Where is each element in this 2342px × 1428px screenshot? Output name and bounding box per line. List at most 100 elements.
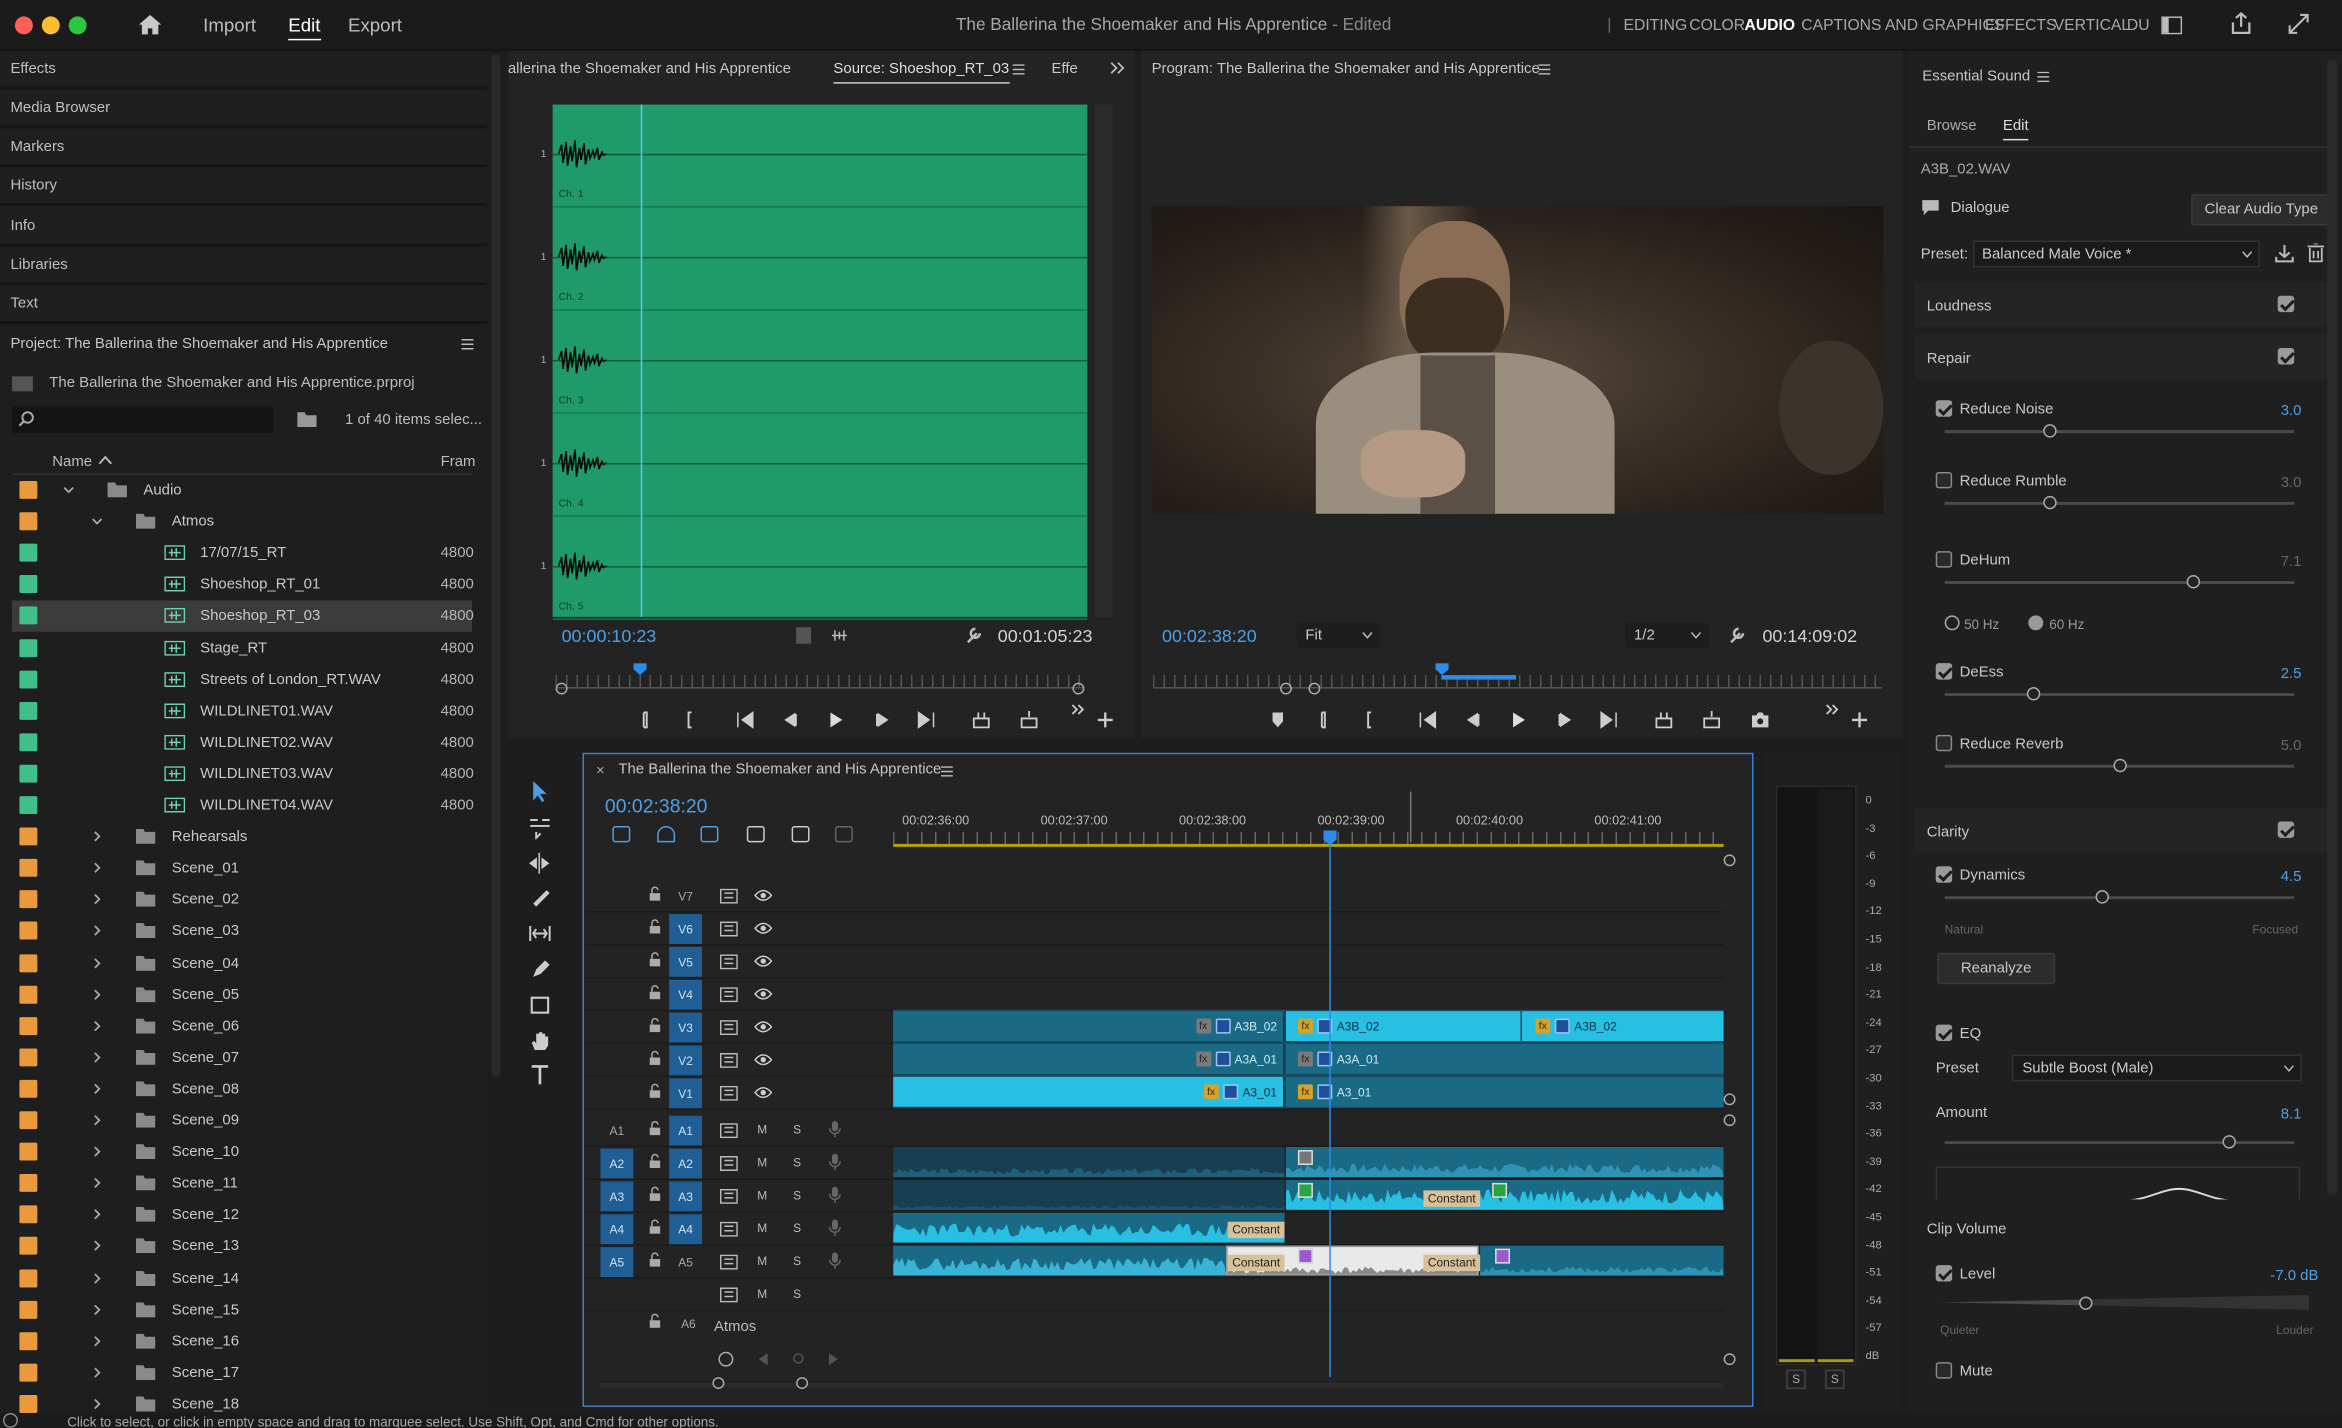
label-color-swatch[interactable] bbox=[19, 1016, 38, 1035]
label-color-swatch[interactable] bbox=[19, 701, 38, 720]
panel-tab-media-browser[interactable]: Media Browser bbox=[0, 89, 487, 129]
drag-video-only-icon[interactable] bbox=[796, 627, 812, 644]
source-overwrite-icon[interactable] bbox=[1020, 710, 1039, 729]
solo-track-button[interactable]: S bbox=[793, 1189, 801, 1202]
label-color-swatch[interactable] bbox=[19, 543, 38, 562]
eq-amount-slider-knob[interactable] bbox=[2221, 1135, 2236, 1149]
project-item-folder[interactable]: Scene_17 bbox=[12, 1357, 472, 1388]
track-select-tool-icon[interactable] bbox=[529, 815, 551, 840]
workspace-audio[interactable]: AUDIO bbox=[1745, 16, 1796, 34]
add-keyframe-icon[interactable] bbox=[793, 1353, 804, 1364]
workspaces-panel-icon[interactable] bbox=[2161, 16, 2183, 35]
project-item-clip[interactable]: 17/07/15_RT 4800 bbox=[12, 538, 474, 569]
project-item-folder[interactable]: Scene_11 bbox=[12, 1168, 472, 1199]
label-color-swatch[interactable] bbox=[19, 796, 38, 815]
label-color-swatch[interactable] bbox=[19, 922, 38, 941]
chevron-right-icon[interactable] bbox=[91, 1051, 103, 1063]
video-clip-v3-a[interactable]: fx A3B_02 bbox=[893, 1011, 1285, 1042]
ripple-edit-tool-icon[interactable] bbox=[528, 851, 551, 875]
panel-tab-info[interactable]: Info bbox=[0, 207, 487, 247]
chevron-right-icon[interactable] bbox=[91, 925, 103, 937]
solo-right-button[interactable]: S bbox=[1825, 1369, 1845, 1390]
snap-icon[interactable] bbox=[657, 825, 676, 843]
label-color-swatch[interactable] bbox=[19, 1394, 38, 1413]
program-time-ruler[interactable] bbox=[1153, 675, 1882, 689]
add-marker-icon[interactable] bbox=[746, 825, 765, 843]
label-color-swatch[interactable] bbox=[19, 985, 38, 1004]
chevron-right-icon[interactable] bbox=[91, 1177, 103, 1189]
source-mark-out-icon[interactable] bbox=[680, 711, 699, 729]
project-item-folder[interactable]: Scene_08 bbox=[12, 1074, 472, 1105]
track-target-V4[interactable]: V4 bbox=[669, 979, 702, 1010]
source-time-ruler[interactable] bbox=[555, 675, 1085, 689]
chevron-down-icon[interactable] bbox=[63, 484, 75, 496]
project-item-clip[interactable]: Stage_RT 4800 bbox=[12, 633, 474, 664]
label-color-swatch[interactable] bbox=[19, 1300, 38, 1319]
microphone-icon[interactable] bbox=[828, 1252, 841, 1270]
timeline-settings-icon[interactable] bbox=[791, 825, 810, 843]
program-export-frame-icon[interactable] bbox=[1750, 711, 1769, 729]
source-step-back-icon[interactable] bbox=[781, 711, 800, 729]
program-play-icon[interactable] bbox=[1509, 711, 1528, 729]
more-tabs-icon[interactable] bbox=[1110, 61, 1125, 74]
project-scrollbar[interactable] bbox=[491, 53, 501, 1077]
eq-amount-slider[interactable] bbox=[1944, 1141, 2295, 1145]
deess-value[interactable]: 2.5 bbox=[2281, 666, 2302, 682]
lock-icon[interactable] bbox=[648, 951, 661, 967]
video-scroll-bottom-handle[interactable] bbox=[1723, 1093, 1736, 1106]
source-playhead[interactable] bbox=[640, 104, 643, 617]
reanalyze-button[interactable]: Reanalyze bbox=[1937, 952, 2056, 985]
project-item-clip[interactable]: Shoeshop_RT_03 4800 bbox=[11, 601, 474, 633]
column-name[interactable]: Name bbox=[52, 454, 92, 470]
panel-tab-history[interactable]: History bbox=[0, 167, 487, 207]
level-checkbox[interactable] bbox=[1935, 1265, 1953, 1282]
reduce-reverb-checkbox[interactable] bbox=[1935, 734, 1953, 752]
chevron-right-icon[interactable] bbox=[91, 1114, 103, 1126]
workspace-effects[interactable]: EFFECTS bbox=[1985, 16, 2056, 34]
eye-icon[interactable] bbox=[754, 889, 773, 902]
program-fit-select[interactable]: Fit bbox=[1296, 622, 1381, 649]
audio-track[interactable]: A1 A1 M S bbox=[585, 1114, 1724, 1148]
keyframe-toggle-icon[interactable] bbox=[718, 1351, 734, 1367]
mix-lock-icon[interactable] bbox=[648, 1313, 661, 1329]
toggle-sync-lock-icon[interactable] bbox=[719, 954, 738, 970]
project-item-folder[interactable]: Scene_07 bbox=[12, 1042, 472, 1073]
dynamics-checkbox[interactable] bbox=[1935, 866, 1953, 883]
track-target-V2[interactable]: V2 bbox=[669, 1045, 702, 1076]
toggle-sync-lock-icon[interactable] bbox=[719, 888, 738, 904]
lock-icon[interactable] bbox=[648, 919, 661, 935]
menu-edit[interactable]: Edit bbox=[288, 15, 321, 41]
label-color-swatch[interactable] bbox=[19, 670, 38, 688]
source-more-buttons-icon[interactable] bbox=[1071, 703, 1090, 721]
hand-tool-icon[interactable] bbox=[529, 1028, 551, 1052]
mute-track-button[interactable]: M bbox=[757, 1156, 767, 1169]
zoom-window-button[interactable] bbox=[68, 16, 87, 35]
deess-checkbox[interactable] bbox=[1935, 663, 1953, 680]
eye-icon[interactable] bbox=[754, 1053, 773, 1066]
project-item-folder[interactable]: Scene_10 bbox=[12, 1137, 472, 1168]
project-item-folder[interactable]: Scene_14 bbox=[12, 1263, 472, 1294]
project-item-folder[interactable]: Scene_04 bbox=[12, 948, 472, 979]
microphone-icon[interactable] bbox=[828, 1120, 841, 1138]
mute-track-button[interactable]: M bbox=[757, 1189, 767, 1202]
program-go-to-out-icon[interactable] bbox=[1600, 710, 1619, 729]
toggle-sync-lock-icon[interactable] bbox=[719, 921, 738, 937]
transition-constant-power[interactable]: Constant bbox=[1423, 1254, 1481, 1272]
project-item-folder[interactable]: Scene_03 bbox=[12, 916, 472, 947]
lock-icon[interactable] bbox=[648, 1219, 661, 1235]
workspace-captions[interactable]: CAPTIONS AND GRAPHICS bbox=[1801, 16, 2004, 34]
program-button-editor-icon[interactable] bbox=[1851, 711, 1870, 729]
video-track[interactable]: V7 bbox=[585, 880, 1724, 913]
track-target-V7[interactable]: V7 bbox=[669, 881, 702, 911]
source-menu-icon[interactable] bbox=[1012, 64, 1025, 75]
track-target-V1[interactable]: V1 bbox=[669, 1078, 702, 1109]
level-slider-knob[interactable] bbox=[2079, 1296, 2093, 1310]
essential-menu-icon[interactable] bbox=[2037, 71, 2050, 83]
toggle-sync-lock-icon[interactable] bbox=[719, 1188, 738, 1204]
chevron-right-icon[interactable] bbox=[91, 1272, 103, 1284]
new-bin-icon[interactable] bbox=[297, 411, 317, 428]
lock-icon[interactable] bbox=[648, 1252, 661, 1268]
audio-clip-a3-a[interactable] bbox=[893, 1179, 1285, 1210]
program-timecode[interactable]: 00:02:38:20 bbox=[1162, 626, 1257, 647]
dehum-slider[interactable] bbox=[1944, 581, 2295, 584]
